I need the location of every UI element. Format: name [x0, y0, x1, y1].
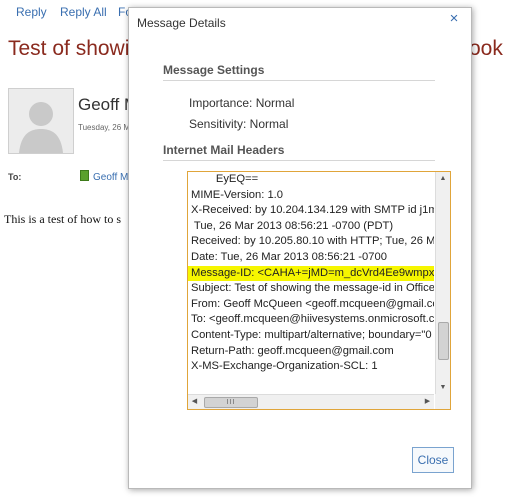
reply-all-button[interactable]: Reply All — [60, 5, 107, 19]
to-recipient-name: Geoff M — [93, 172, 129, 183]
subject-text-left: Test of showi — [8, 37, 130, 60]
importance-setting: Importance: Normal — [189, 96, 295, 110]
to-label: To: — [8, 172, 22, 182]
scrollbar-corner — [435, 394, 450, 409]
person-silhouette-icon — [9, 89, 73, 153]
reply-button[interactable]: Reply — [16, 5, 47, 19]
presence-icon — [80, 170, 89, 181]
internet-headers-textbox[interactable]: EyEQ== MIME-Version: 1.0 X-Received: by 10… — [187, 171, 451, 410]
horizontal-scrollbar[interactable]: ◀ III ▶ — [188, 394, 434, 409]
close-button[interactable]: Close — [412, 447, 454, 473]
sent-date: Tuesday, 26 M — [78, 123, 131, 132]
header-line: X-Received: by 10.204.134.129 with SMTP … — [191, 204, 434, 217]
vertical-scroll-thumb[interactable] — [438, 322, 449, 360]
header-line: Content-Type: multipart/alternative; bou… — [191, 328, 432, 341]
scroll-down-icon[interactable]: ▼ — [436, 381, 450, 394]
header-line: Tue, 26 Mar 2013 08:56:21 -0700 (PDT) — [191, 219, 394, 232]
avatar — [8, 88, 74, 154]
header-line: Subject: Test of showing the message-id … — [191, 282, 434, 295]
dialog-title: Message Details — [137, 16, 226, 30]
headers-text-area[interactable]: EyEQ== MIME-Version: 1.0 X-Received: by 10… — [188, 172, 434, 394]
scroll-left-icon[interactable]: ◀ — [188, 395, 201, 409]
header-line: EyEQ== — [191, 173, 259, 185]
close-icon[interactable]: × — [446, 11, 462, 27]
vertical-scrollbar[interactable]: ▲ ▼ — [435, 172, 450, 394]
internet-mail-headers-heading: Internet Mail Headers — [163, 143, 435, 161]
message-body: This is a test of how to s — [4, 212, 121, 226]
scroll-right-icon[interactable]: ▶ — [421, 395, 434, 409]
subject-text-right: ook — [469, 37, 503, 60]
header-line: Received: by 10.205.80.10 with HTTP; Tue… — [191, 235, 434, 248]
scroll-up-icon[interactable]: ▲ — [436, 172, 450, 185]
horizontal-scroll-thumb[interactable]: III — [204, 397, 258, 408]
message-details-dialog: Message Details × Message Settings Impor… — [128, 7, 472, 489]
header-line-highlighted: Message-ID: <CAHA+=jMD=m_dcVrd4Ee9wmpx — [188, 265, 434, 282]
sensitivity-setting: Sensitivity: Normal — [189, 117, 289, 131]
header-line: Date: Tue, 26 Mar 2013 08:56:21 -0700 — [191, 250, 387, 263]
header-line: To: <geoff.mcqueen@hiivesystems.onmicros… — [191, 313, 434, 326]
to-recipient[interactable]: Geoff M — [80, 170, 128, 183]
header-line: X-MS-Exchange-Organization-SCL: 1 — [191, 360, 378, 373]
message-settings-heading: Message Settings — [163, 63, 435, 81]
header-line: Return-Path: geoff.mcqueen@gmail.com — [191, 344, 394, 357]
header-line: From: Geoff McQueen <geoff.mcqueen@gmail… — [191, 297, 434, 310]
header-line: MIME-Version: 1.0 — [191, 188, 284, 201]
